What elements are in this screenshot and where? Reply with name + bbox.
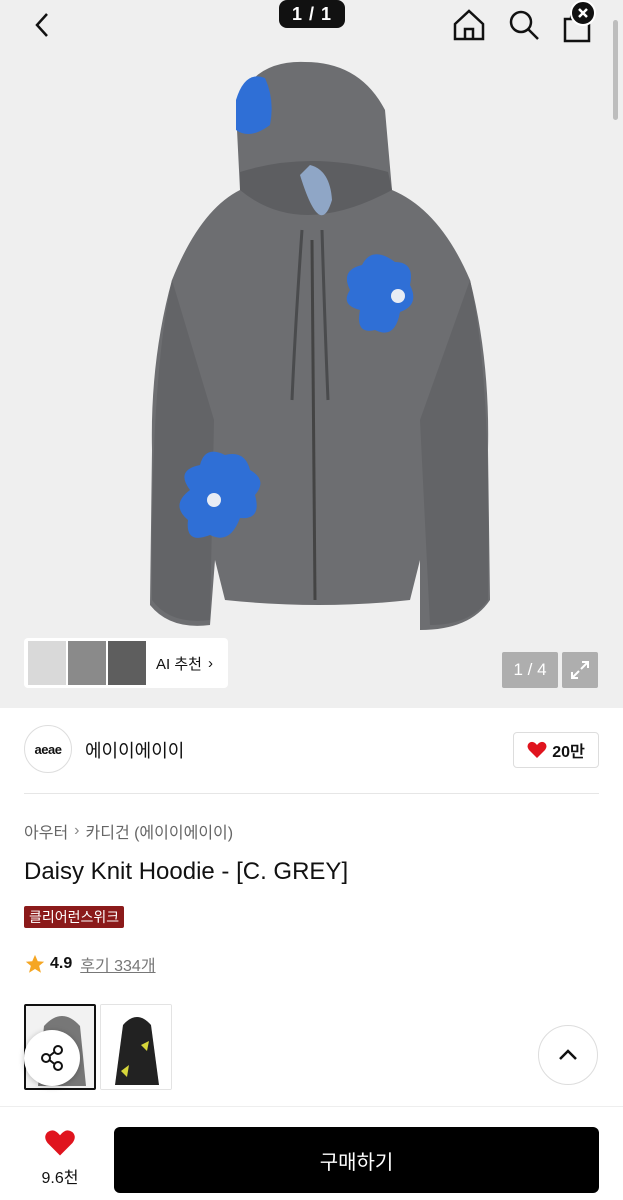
divider bbox=[24, 793, 599, 794]
product-title: Daisy Knit Hoodie - [C. GREY] bbox=[24, 858, 349, 885]
share-button[interactable] bbox=[24, 1030, 80, 1086]
favorite-button[interactable]: 9.6천 bbox=[30, 1129, 90, 1188]
sale-tag: 클리어런스위크 bbox=[24, 906, 125, 928]
buy-button[interactable]: 구매하기 bbox=[114, 1127, 599, 1193]
page-indicator: 1 / 1 bbox=[279, 0, 345, 28]
reviews-link[interactable]: 후기 334개 bbox=[80, 952, 155, 976]
ai-recommend-label: AI 추천 bbox=[156, 655, 202, 673]
chevron-right-icon: › bbox=[207, 654, 213, 672]
breadcrumb: 아우터 › 카디건 (에이이에이이) bbox=[24, 819, 233, 843]
breadcrumb-category[interactable]: 아우터 bbox=[24, 819, 68, 843]
search-button[interactable] bbox=[505, 6, 543, 44]
breadcrumb-subcategory[interactable]: 카디건 (에이이에이이) bbox=[86, 819, 234, 843]
variant-black[interactable] bbox=[100, 1004, 172, 1090]
ai-recommend-strip[interactable]: AI 추천 › bbox=[24, 638, 228, 688]
chevron-up-icon bbox=[559, 1049, 577, 1060]
brand-row[interactable]: aeae 에이이에이이 20만 bbox=[24, 725, 599, 775]
ai-thumb-1[interactable] bbox=[28, 641, 66, 685]
rating-row: 4.9 후기 334개 bbox=[24, 952, 156, 976]
rating-score: 4.9 bbox=[50, 955, 73, 972]
home-button[interactable] bbox=[450, 6, 488, 44]
chevron-right-icon: › bbox=[74, 822, 80, 839]
scrollbar[interactable] bbox=[613, 20, 618, 120]
heart-icon bbox=[45, 1130, 75, 1156]
home-icon bbox=[453, 9, 485, 41]
product-photo bbox=[0, 0, 623, 708]
bottom-action-bar: 9.6천 구매하기 bbox=[0, 1106, 623, 1200]
favorite-count: 9.6천 bbox=[41, 1170, 79, 1187]
expand-button[interactable] bbox=[562, 652, 598, 688]
top-bar: 1 / 1 bbox=[0, 0, 623, 120]
back-button[interactable] bbox=[28, 10, 58, 40]
chevron-left-icon bbox=[35, 13, 48, 37]
brand-logo[interactable]: aeae bbox=[24, 725, 72, 773]
star-icon bbox=[25, 954, 45, 973]
product-image-gallery[interactable]: AI 추천 › 1 / 4 bbox=[0, 0, 623, 708]
share-icon bbox=[41, 1045, 63, 1071]
close-icon bbox=[578, 8, 588, 18]
scroll-top-button[interactable] bbox=[538, 1025, 598, 1085]
brand-like-count: 20만 bbox=[552, 744, 585, 761]
brand-like-button[interactable]: 20만 bbox=[513, 732, 599, 768]
search-icon bbox=[509, 10, 539, 40]
variant-black-thumbnail bbox=[101, 1005, 171, 1089]
brand-name[interactable]: 에이이에이이 bbox=[85, 737, 184, 763]
heart-icon bbox=[527, 741, 547, 758]
close-button[interactable] bbox=[570, 0, 596, 26]
ai-thumb-3[interactable] bbox=[108, 641, 146, 685]
expand-icon bbox=[571, 661, 589, 679]
image-counter: 1 / 4 bbox=[502, 652, 558, 688]
ai-thumb-2[interactable] bbox=[68, 641, 106, 685]
